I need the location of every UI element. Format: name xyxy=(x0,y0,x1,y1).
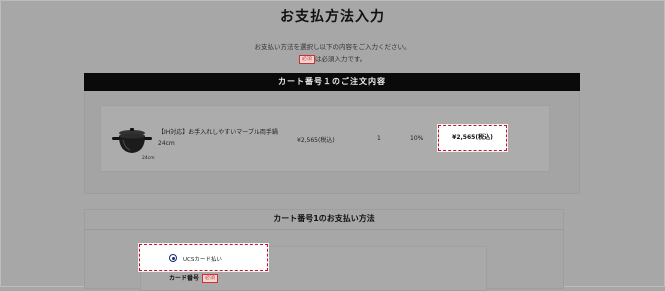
pot-icon xyxy=(112,128,152,153)
cart-section-header: カート番号１のご注文内容 xyxy=(84,73,580,91)
product-name: 【IH対応】お手入れしやすいマーブル両手鍋 xyxy=(158,129,278,136)
instruction-line-1: お支払い方法を選択し以下の内容をご入力ください。 xyxy=(254,43,411,51)
unit-price: ¥2,565(税込) xyxy=(297,137,335,144)
required-badge: 必須 xyxy=(298,55,315,64)
page-title: お支払方法入力 xyxy=(280,9,385,25)
quantity: 1 xyxy=(377,135,381,142)
card-number-label-text: カード番号 xyxy=(169,275,200,282)
product-image-caption: 24cm xyxy=(142,156,155,161)
instructions: お支払い方法を選択し以下の内容をご入力ください。 必須 は必須入力です。 xyxy=(0,41,665,65)
product-variant: 24cm xyxy=(158,140,175,147)
card-number-required-badge: 必須 xyxy=(202,274,219,283)
item-total-price: ¥2,565(税込) xyxy=(438,125,507,151)
payment-divider xyxy=(84,229,564,230)
instruction-line-2: 必須 は必須入力です。 xyxy=(0,53,665,65)
payment-option-ucs-card[interactable]: UCSカード払い xyxy=(139,244,268,271)
payment-section-header: カート番号1のお支払い方法 xyxy=(273,214,375,223)
radio-selected-icon[interactable] xyxy=(169,254,177,262)
tax-rate: 10% xyxy=(410,135,424,142)
instruction-line-2-text: は必須入力です。 xyxy=(314,55,367,63)
card-number-label: カード番号 必須 xyxy=(169,273,219,283)
payment-option-label: UCSカード払い xyxy=(183,257,222,263)
